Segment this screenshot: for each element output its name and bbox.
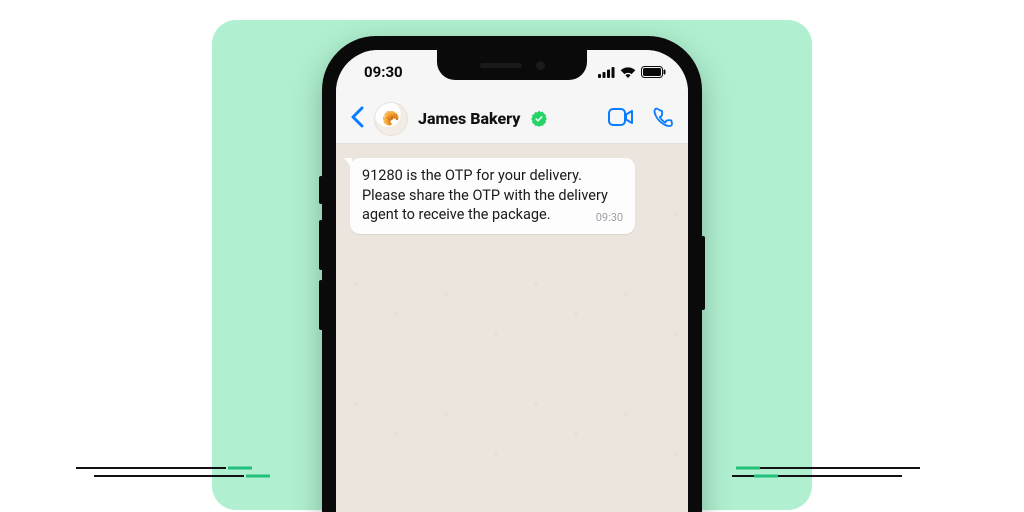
phone-frame: 09:30 🥐 James Ba [322, 36, 702, 512]
video-call-button[interactable] [608, 108, 634, 130]
front-camera [536, 61, 545, 70]
chat-body[interactable]: 91280 is the OTP for your delivery. Plea… [336, 144, 688, 512]
voice-call-button[interactable] [652, 106, 674, 132]
volume-up-button [319, 220, 323, 270]
message-timestamp: 09:30 [596, 211, 623, 226]
stage: 09:30 🥐 James Ba [0, 0, 1024, 512]
battery-icon [641, 66, 666, 78]
volume-down-button [319, 280, 323, 330]
wifi-icon [620, 67, 636, 78]
chat-header: 🥐 James Bakery [336, 94, 688, 144]
phone-notch [437, 50, 587, 80]
mute-switch [319, 176, 323, 204]
decorative-lines-left [74, 458, 294, 486]
cellular-signal-icon [598, 67, 615, 78]
status-time: 09:30 [364, 63, 403, 81]
contact-avatar[interactable]: 🥐 [374, 102, 408, 136]
decorative-lines-right [730, 458, 950, 486]
message-text: 91280 is the OTP for your delivery. Plea… [362, 167, 608, 223]
power-button [701, 236, 705, 310]
status-right-cluster [598, 66, 666, 78]
phone-screen: 09:30 🥐 James Ba [336, 50, 688, 512]
contact-name[interactable]: James Bakery [418, 109, 520, 128]
verified-badge-icon [530, 110, 548, 128]
speaker-grill [480, 63, 522, 68]
incoming-message-bubble[interactable]: 91280 is the OTP for your delivery. Plea… [350, 158, 635, 234]
back-button[interactable] [350, 106, 364, 132]
